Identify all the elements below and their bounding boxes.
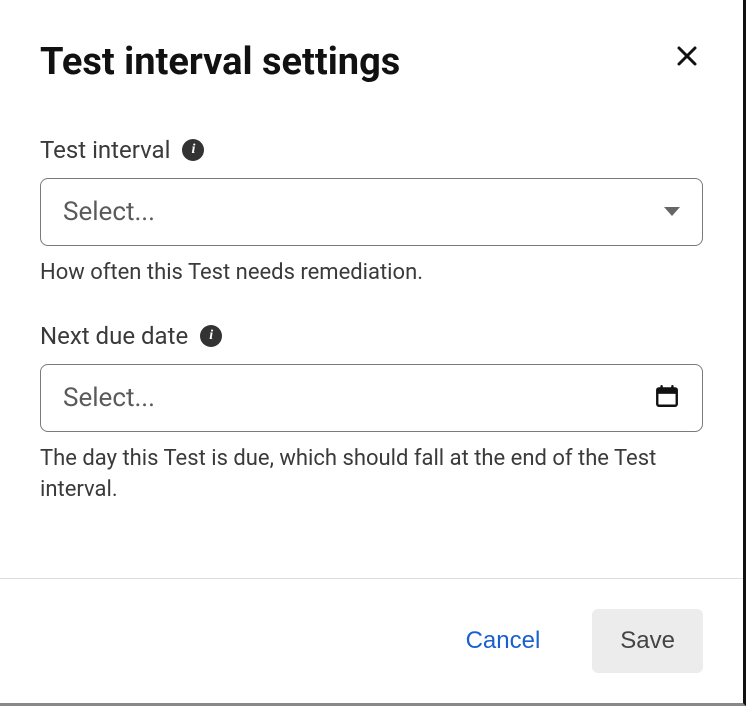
next-due-date-field: Next due date i Select... The day this T… — [40, 322, 703, 506]
select-placeholder: Select... — [63, 197, 155, 227]
next-due-date-input[interactable]: Select... — [40, 364, 703, 432]
next-due-date-label: Next due date — [40, 322, 188, 350]
save-button[interactable]: Save — [592, 609, 703, 673]
dialog-container: Test interval settings Test interval i S… — [0, 0, 746, 706]
test-interval-helper: How often this Test needs remediation. — [40, 258, 703, 289]
dialog-header: Test interval settings — [40, 40, 703, 86]
dialog-footer: Cancel Save — [0, 578, 743, 703]
info-icon[interactable]: i — [200, 325, 222, 347]
field-label-row: Next due date i — [40, 322, 703, 350]
next-due-date-helper: The day this Test is due, which should f… — [40, 444, 703, 506]
test-interval-select[interactable]: Select... — [40, 178, 703, 246]
test-interval-field: Test interval i Select... How often this… — [40, 136, 703, 289]
close-button[interactable] — [671, 40, 703, 78]
info-icon[interactable]: i — [182, 139, 204, 161]
dialog-title: Test interval settings — [40, 40, 400, 86]
dialog-body: Test interval settings Test interval i S… — [0, 0, 743, 578]
field-label-row: Test interval i — [40, 136, 703, 164]
close-icon — [675, 42, 699, 75]
calendar-icon — [654, 383, 680, 413]
cancel-button[interactable]: Cancel — [438, 609, 569, 673]
date-placeholder: Select... — [63, 383, 155, 413]
chevron-down-icon — [664, 207, 680, 216]
test-interval-label: Test interval — [40, 136, 170, 164]
